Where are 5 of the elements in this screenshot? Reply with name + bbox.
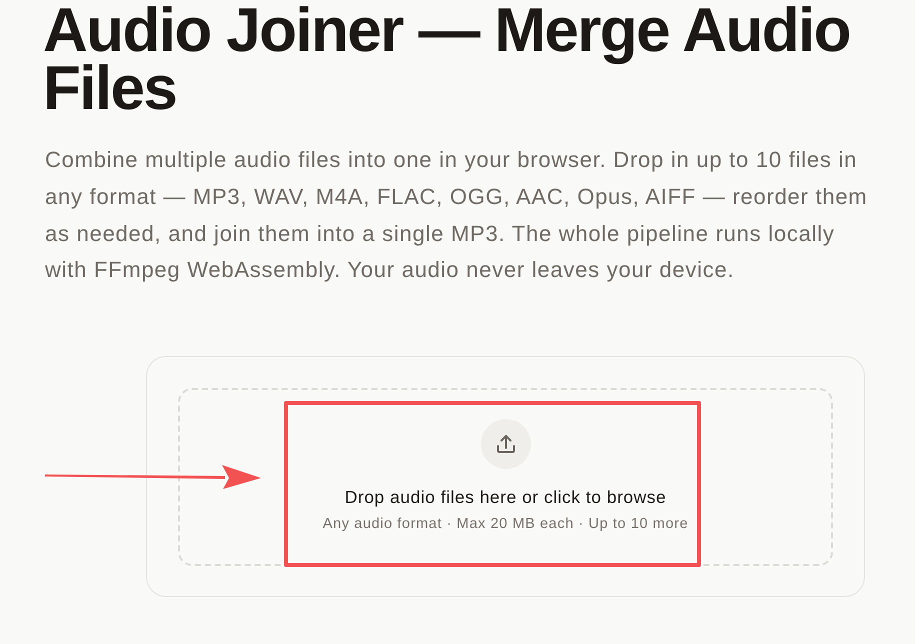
drop-zone-hint: Any audio format · Max 20 MB each · Up to 10 more xyxy=(322,515,688,534)
upload-icon xyxy=(480,419,530,470)
page-title: Audio Joiner — Merge Audio Files xyxy=(43,2,851,118)
intro-paragraph: Combine multiple audio files into one in your browser. Drop in up to 10 files in any format — MP3, WAV, M4A, FLAC, OGG, AAC, Opus, AIFF — reorder them as needed, and join them into a single MP3. The whole pipeline runs locally with FFmpeg WebAssembly. Your audio never leaves your device. xyxy=(45,146,868,284)
drop-zone-title: Drop audio files here or click to browse xyxy=(344,486,666,510)
